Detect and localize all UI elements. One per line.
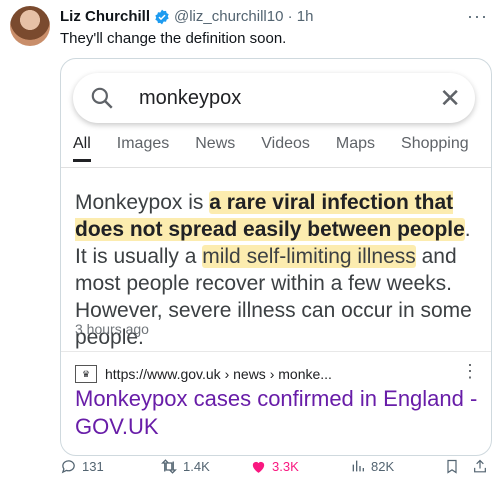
divider	[61, 167, 491, 168]
verified-badge-icon	[155, 9, 169, 24]
handle[interactable]: @liz_churchill10	[174, 8, 283, 25]
avatar[interactable]	[10, 6, 50, 46]
like-count: 3.3K	[272, 459, 299, 474]
tab-news: News	[195, 135, 236, 152]
gov-uk-favicon-icon: ♛	[75, 365, 97, 383]
search-icon	[91, 87, 113, 109]
views-icon	[352, 460, 364, 472]
search-query: monkeypox	[139, 87, 242, 109]
share-button[interactable]	[472, 458, 493, 475]
tweet-header: Liz Churchill @liz_churchill10 · 1h	[60, 8, 313, 25]
views-button[interactable]: 82K	[350, 458, 394, 474]
search-tabs: All Images News Videos Maps Shopping	[73, 135, 491, 162]
snippet-age: 3 hours ago	[75, 321, 149, 337]
tab-videos: Videos	[261, 135, 310, 152]
reply-count: 131	[82, 459, 104, 474]
reply-icon	[61, 460, 75, 474]
bookmark-icon	[447, 459, 457, 474]
tweet-text: They'll change the definition soon.	[60, 30, 287, 47]
tab-shopping: Shopping	[401, 135, 469, 152]
result-source: ♛ https://www.gov.uk › news › monke...	[75, 365, 332, 383]
heart-icon	[252, 461, 265, 473]
result-menu-icon: ⋮	[461, 361, 479, 381]
retweet-count: 1.4K	[183, 459, 210, 474]
tab-maps: Maps	[335, 135, 376, 152]
tab-all: All	[73, 135, 91, 162]
retweet-button[interactable]: 1.4K	[160, 458, 210, 475]
snippet-highlight: mild self-limiting illness	[202, 245, 416, 268]
views-count: 82K	[371, 458, 395, 474]
share-icon	[474, 459, 486, 473]
timestamp[interactable]: 1h	[297, 8, 314, 25]
retweet-icon	[161, 459, 177, 474]
bookmark-button[interactable]	[444, 458, 465, 475]
result-title: Monkeypox cases confirmed in England - G…	[75, 386, 478, 439]
divider	[61, 351, 491, 352]
tab-images: Images	[116, 135, 170, 152]
result-url: https://www.gov.uk › news › monke...	[105, 366, 332, 382]
separator-dot: ·	[283, 8, 297, 25]
tweet-actions: 131 1.4K 3.3K 82K	[60, 458, 490, 478]
attached-image[interactable]: monkeypox ✕ All Images News Videos Maps …	[60, 58, 492, 456]
snippet-text-1: Monkeypox is	[75, 191, 210, 214]
reply-button[interactable]: 131	[60, 458, 104, 475]
display-name[interactable]: Liz Churchill	[60, 8, 150, 25]
clear-icon: ✕	[439, 83, 461, 113]
search-bar: monkeypox ✕	[73, 73, 475, 123]
like-button[interactable]: 3.3K	[250, 458, 299, 475]
more-options-icon[interactable]: ···	[467, 6, 488, 27]
